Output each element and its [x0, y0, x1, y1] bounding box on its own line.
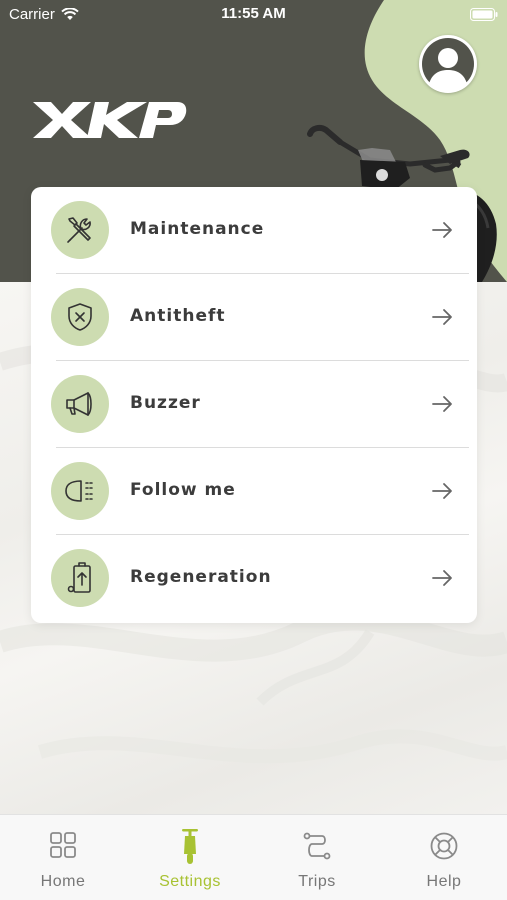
status-bar: Carrier 11:55 AM [0, 0, 507, 30]
menu-item-antitheft[interactable]: Antitheft [31, 274, 477, 361]
arrow-right-icon [432, 570, 452, 586]
menu-item-buzzer[interactable]: Buzzer [31, 361, 477, 448]
arrow-right-icon [432, 309, 452, 325]
status-time: 11:55 AM [221, 5, 286, 22]
battery-icon [470, 8, 498, 21]
menu-item-label: Maintenance [130, 219, 265, 239]
battery-charge-icon [51, 549, 109, 607]
arrow-right-icon [432, 396, 452, 412]
settings-menu-card: Maintenance Antitheft Buzzer Follow me R… [31, 187, 477, 623]
scooter-icon [182, 829, 198, 864]
lifebuoy-icon [430, 832, 458, 860]
tools-icon [51, 201, 109, 259]
menu-item-regeneration[interactable]: Regeneration [31, 535, 477, 622]
tab-label: Home [40, 873, 86, 890]
route-icon [303, 832, 331, 860]
menu-item-label: Regeneration [130, 567, 272, 587]
menu-item-maintenance[interactable]: Maintenance [31, 187, 477, 274]
arrow-right-icon [432, 222, 452, 238]
headlight-icon [51, 462, 109, 520]
tab-label: Trips [298, 873, 336, 890]
brand-logo [33, 102, 187, 138]
megaphone-icon [51, 375, 109, 433]
tab-label: Help [426, 873, 462, 890]
shield-icon [51, 288, 109, 346]
menu-item-label: Antitheft [130, 306, 226, 326]
menu-item-follow-me[interactable]: Follow me [31, 448, 477, 535]
menu-item-label: Buzzer [130, 393, 201, 413]
user-icon [422, 38, 474, 93]
profile-avatar[interactable] [419, 35, 477, 93]
grid-icon [50, 832, 76, 858]
tab-bar: Home Settings Trips Help [0, 814, 507, 900]
tab-settings[interactable]: Settings [127, 815, 253, 900]
tab-help[interactable]: Help [381, 815, 507, 900]
tab-home[interactable]: Home [0, 815, 126, 900]
menu-item-label: Follow me [130, 480, 236, 500]
tab-trips[interactable]: Trips [254, 815, 380, 900]
arrow-right-icon [432, 483, 452, 499]
tab-label: Settings [159, 873, 221, 890]
